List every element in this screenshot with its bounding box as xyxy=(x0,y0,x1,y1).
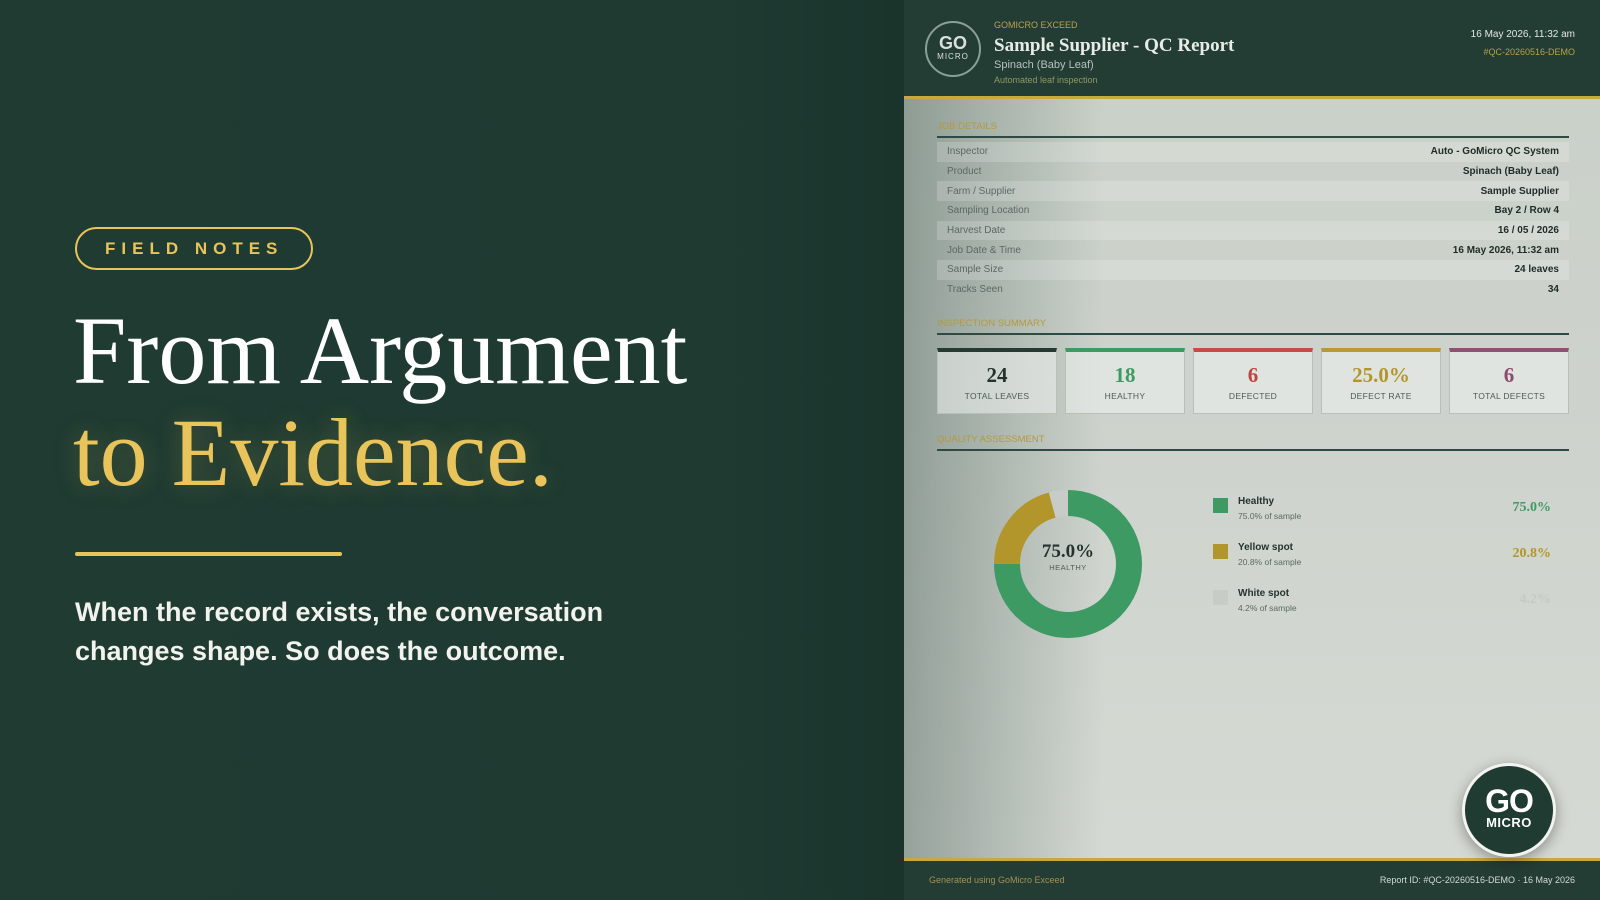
legend-name: Yellow spot xyxy=(1238,542,1294,553)
job-detail-value: Spinach (Baby Leaf) xyxy=(1462,166,1559,178)
summary-card-label: TOTAL LEAVES xyxy=(964,391,1030,401)
job-detail-value: 24 leaves xyxy=(1514,264,1560,276)
legend-percent: 20.8% xyxy=(1512,546,1552,561)
legend-swatch xyxy=(1213,590,1228,605)
footer-report-id: Report ID: #QC-20260516-DEMO · 16 May 20… xyxy=(1379,875,1575,885)
report-id: #QC-20260516-DEMO xyxy=(1483,47,1575,57)
job-details-title: JOB DETAILS xyxy=(937,121,1569,138)
summary-card-label: TOTAL DEFECTS xyxy=(1472,391,1546,401)
report-subtitle: Automated leaf inspection xyxy=(994,75,1098,85)
report-title: Sample Supplier - QC Report xyxy=(994,35,1235,56)
legend-percent: 75.0% xyxy=(1512,500,1552,515)
job-detail-value: 16 / 05 / 2026 xyxy=(1497,225,1559,237)
headline-line-1: From Argument xyxy=(73,297,688,404)
summary-card-label: DEFECT RATE xyxy=(1350,391,1412,401)
report-datetime: 16 May 2026, 11:32 am xyxy=(1470,29,1575,40)
summary-card-value: 24 xyxy=(986,363,1008,387)
legend-item: Healthy 75.0% of sample 75.0% xyxy=(1213,496,1555,542)
field-notes-badge: FIELD NOTES xyxy=(75,227,314,270)
inspection-summary-title: INSPECTION SUMMARY xyxy=(937,318,1569,335)
donut-center-value: 75.0% xyxy=(1041,541,1095,562)
donut-center-label: HEALTHY xyxy=(1049,563,1087,572)
report-footer: Generated using GoMicro Exceed Report ID… xyxy=(904,861,1600,900)
job-detail-key: Sampling Location xyxy=(947,205,1030,217)
summary-cards: 24 TOTAL LEAVES 18 HEALTHY 6 DEFECTED 25.0% DEF… xyxy=(937,348,1569,414)
job-detail-row: Farm / Supplier Sample Supplier xyxy=(937,181,1569,202)
job-detail-key: Job Date & Time xyxy=(947,244,1021,256)
donut-center: 75.0% HEALTHY xyxy=(993,541,1143,572)
legend-sub: 4.2% of sample xyxy=(1238,603,1297,613)
legend-name: White spot xyxy=(1238,588,1290,599)
job-details-table: Inspector Auto - GoMicro QC System Product… xyxy=(937,142,1569,300)
gomicro-badge-icon: GO MICRO xyxy=(1462,763,1556,857)
job-detail-row: Harvest Date 16 / 05 / 2026 xyxy=(937,220,1569,241)
job-detail-value: Bay 2 / Row 4 xyxy=(1494,205,1559,217)
slide-panel: FIELD NOTES From Argument to Evidence. W… xyxy=(0,0,904,900)
job-detail-value: Sample Supplier xyxy=(1480,185,1559,197)
legend-swatch xyxy=(1213,498,1228,513)
headline: From Argument to Evidence. xyxy=(73,300,687,504)
job-detail-value: 34 xyxy=(1547,284,1559,296)
summary-card: 6 TOTAL DEFECTS xyxy=(1449,348,1569,414)
summary-card-value: 18 xyxy=(1114,363,1136,387)
report-header: GO MICRO GOMICRO EXCEED Sample Supplier … xyxy=(904,0,1600,99)
report-brand: GOMICRO EXCEED xyxy=(994,20,1078,30)
badge-text-go: GO xyxy=(1485,783,1534,819)
job-detail-key: Harvest Date xyxy=(947,225,1006,237)
headline-line-2: to Evidence. xyxy=(73,399,553,506)
quality-legend: Healthy 75.0% of sample 75.0% Yellow spot 20… xyxy=(1213,496,1555,634)
job-detail-value: Auto - GoMicro QC System xyxy=(1430,146,1559,158)
summary-card: 18 HEALTHY xyxy=(1065,348,1185,414)
legend-swatch xyxy=(1213,544,1228,559)
job-detail-row: Tracks Seen 34 xyxy=(937,280,1569,300)
job-detail-row: Sample Size 24 leaves xyxy=(937,260,1569,280)
summary-card-value: 25.0% xyxy=(1352,363,1410,387)
job-detail-row: Inspector Auto - GoMicro QC System xyxy=(937,142,1569,162)
job-detail-key: Sample Size xyxy=(947,264,1004,276)
quality-assessment-title: QUALITY ASSESSMENT xyxy=(937,434,1569,451)
job-detail-value: 16 May 2026, 11:32 am xyxy=(1452,244,1559,256)
summary-card: 6 DEFECTED xyxy=(1193,348,1313,414)
legend-item: Yellow spot 20.8% of sample 20.8% xyxy=(1213,542,1555,588)
legend-sub: 75.0% of sample xyxy=(1238,511,1302,521)
summary-card-value: 6 xyxy=(1503,363,1515,387)
legend-sub: 20.8% of sample xyxy=(1238,557,1302,567)
summary-card: 24 TOTAL LEAVES xyxy=(937,348,1057,414)
legend-name: Healthy xyxy=(1238,496,1275,507)
job-detail-row: Product Spinach (Baby Leaf) xyxy=(937,162,1569,182)
legend-item: White spot 4.2% of sample 4.2% xyxy=(1213,588,1555,634)
logo-text-go: GO xyxy=(938,33,967,53)
logo-text-micro: MICRO xyxy=(937,52,969,61)
job-detail-row: Job Date & Time 16 May 2026, 11:32 am xyxy=(937,240,1569,260)
badge-text-micro: MICRO xyxy=(1486,815,1532,830)
accent-divider xyxy=(75,552,342,556)
quality-donut-chart: 75.0% HEALTHY xyxy=(993,489,1143,639)
lede-text: When the record exists, the conversation… xyxy=(75,597,604,666)
job-detail-key: Product xyxy=(947,166,982,178)
gomicro-logo-icon: GO MICRO xyxy=(925,21,981,77)
report-product: Spinach (Baby Leaf) xyxy=(994,59,1094,71)
summary-card: 25.0% DEFECT RATE xyxy=(1321,348,1441,414)
job-detail-row: Sampling Location Bay 2 / Row 4 xyxy=(937,201,1569,221)
job-detail-key: Inspector xyxy=(947,146,989,158)
summary-card-label: HEALTHY xyxy=(1104,391,1146,401)
job-detail-key: Tracks Seen xyxy=(947,284,1003,296)
job-detail-key: Farm / Supplier xyxy=(947,185,1016,197)
summary-card-value: 6 xyxy=(1247,363,1259,387)
summary-card-label: DEFECTED xyxy=(1228,391,1278,401)
legend-percent: 4.2% xyxy=(1519,592,1552,607)
footer-generated: Generated using GoMicro Exceed xyxy=(929,875,1065,885)
